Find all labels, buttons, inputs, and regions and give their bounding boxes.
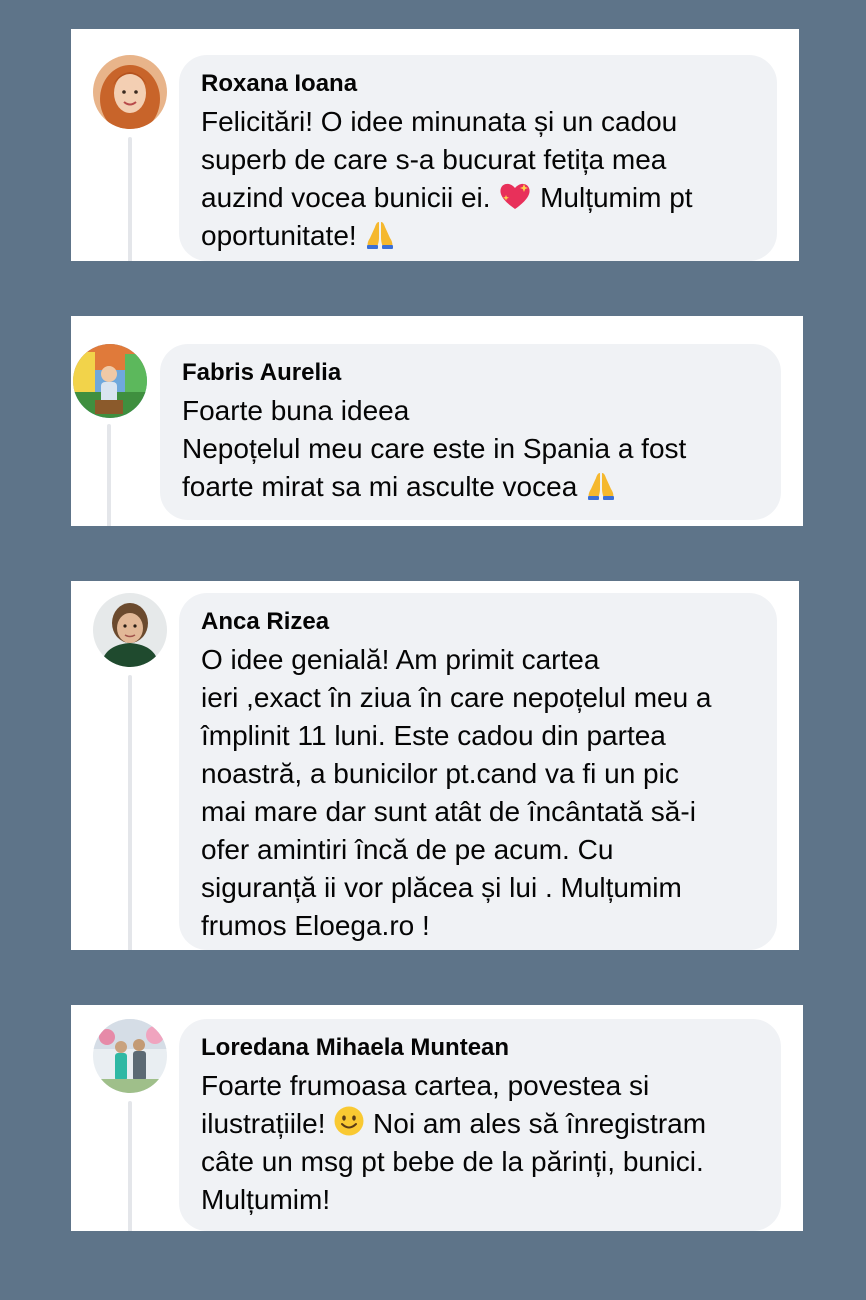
comment-bubble: Fabris Aurelia Foarte buna ideea Nepoțel… bbox=[160, 344, 781, 520]
comment-card: Roxana Ioana Felicitări! O idee minunata… bbox=[71, 29, 799, 261]
smiling-face-icon bbox=[333, 1105, 365, 1137]
thread-line bbox=[107, 424, 111, 526]
comment-card: Loredana Mihaela Muntean Foarte frumoasa… bbox=[71, 1005, 803, 1231]
comment-text-line: ieri ,exact în ziua în care nepoțelul me… bbox=[201, 682, 712, 713]
comment-text-segment: ilustrațiile! bbox=[201, 1108, 334, 1139]
comment-bubble: Anca Rizea O idee genială! Am primit car… bbox=[179, 593, 777, 950]
avatar[interactable] bbox=[93, 1019, 167, 1093]
comment-text-segment: auzind vocea bunicii ei. bbox=[201, 182, 499, 213]
comment-text-line: mai mare dar sunt atât de încântată să-i bbox=[201, 796, 696, 827]
avatar[interactable] bbox=[73, 344, 147, 418]
comment-text-segment: Mulțumim pt bbox=[540, 182, 693, 213]
comment-text-line: împlinit 11 luni. Este cadou din partea bbox=[201, 720, 666, 751]
comment-text-line: câte un msg pt bebe de la părinți, bunic… bbox=[201, 1146, 704, 1177]
comment-text-line: ofer amintiri încă de pe acum. Cu bbox=[201, 834, 614, 865]
comment-text-line: Mulțumim! bbox=[201, 1184, 331, 1215]
avatar[interactable] bbox=[93, 593, 167, 667]
comment-card: Anca Rizea O idee genială! Am primit car… bbox=[71, 581, 799, 950]
comment-text-line: siguranță ii vor plăcea și lui . Mulțumi… bbox=[201, 872, 682, 903]
comment-author[interactable]: Fabris Aurelia bbox=[182, 358, 759, 388]
thread-line bbox=[128, 1101, 132, 1231]
folded-hands-icon bbox=[585, 470, 617, 500]
comment-text-line: ilustrațiile! Noi am ales să înregistram bbox=[201, 1105, 759, 1143]
comment-text-line: frumos Eloega.ro ! bbox=[201, 910, 430, 941]
comment-text-line: Foarte buna ideea bbox=[182, 395, 410, 426]
comment-author[interactable]: Roxana Ioana bbox=[201, 69, 755, 99]
comment-text-line: Nepoțelul meu care este in Spania a fost bbox=[182, 433, 687, 464]
comment-author[interactable]: Loredana Mihaela Muntean bbox=[201, 1033, 759, 1063]
thread-line bbox=[128, 675, 132, 950]
comment-text-line: Foarte frumoasa cartea, povestea si bbox=[201, 1070, 650, 1101]
comment-text-line: Felicitări! O idee minunata și un cadou bbox=[201, 106, 678, 137]
comment-bubble: Roxana Ioana Felicitări! O idee minunata… bbox=[179, 55, 777, 261]
comment-text-line: foarte mirat sa mi asculte vocea bbox=[182, 468, 759, 506]
avatar[interactable] bbox=[93, 55, 167, 129]
comment-author[interactable]: Anca Rizea bbox=[201, 607, 755, 637]
thread-line bbox=[128, 137, 132, 261]
comment-text-line: noastră, a bunicilor pt.cand va fi un pi… bbox=[201, 758, 679, 789]
comment-bubble: Loredana Mihaela Muntean Foarte frumoasa… bbox=[179, 1019, 781, 1231]
comment-card: Fabris Aurelia Foarte buna ideea Nepoțel… bbox=[71, 316, 803, 526]
sparkling-heart-icon bbox=[498, 181, 532, 211]
comment-text-segment: foarte mirat sa mi asculte vocea bbox=[182, 471, 586, 502]
comment-text-segment: oportunitate! bbox=[201, 220, 365, 251]
comment-text-segment: Noi am ales să înregistram bbox=[365, 1108, 707, 1139]
comment-text-line: O idee genială! Am primit cartea bbox=[201, 644, 600, 675]
folded-hands-icon bbox=[364, 219, 396, 249]
comment-text-line: superb de care s-a bucurat fetița mea bbox=[201, 144, 667, 175]
comment-text-line: auzind vocea bunicii ei. Mulțumim pt bbox=[201, 179, 755, 217]
comment-text-line: oportunitate! bbox=[201, 217, 755, 255]
